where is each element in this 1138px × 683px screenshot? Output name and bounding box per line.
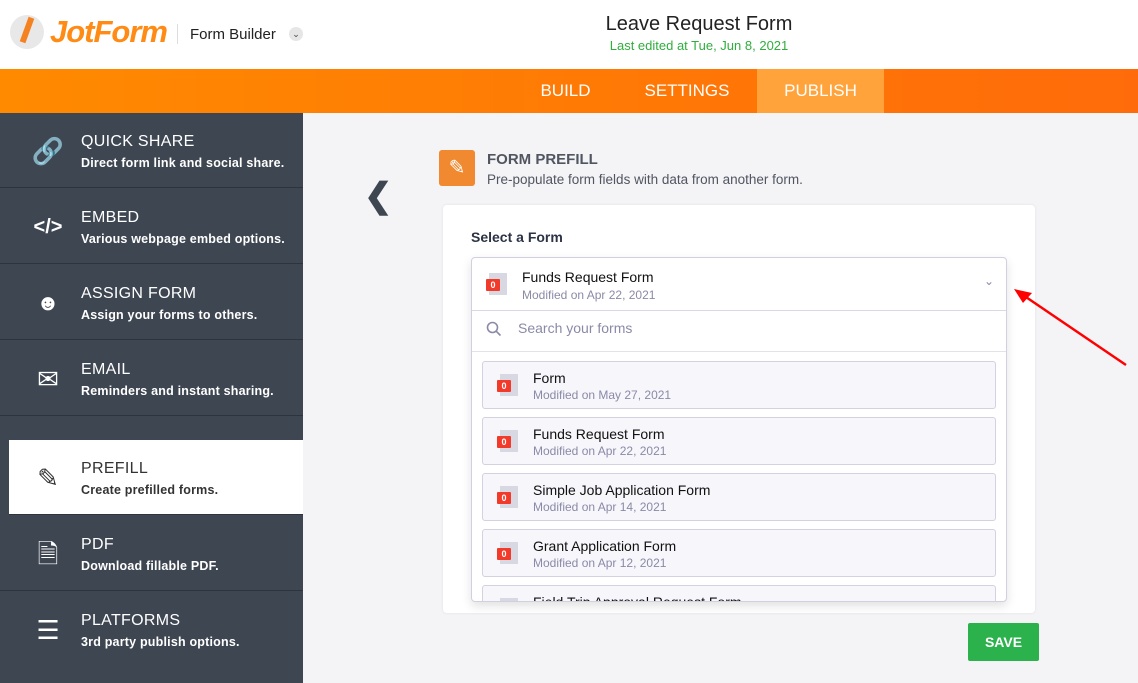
users-icon: ☻ xyxy=(36,290,60,315)
tab-build[interactable]: BUILD xyxy=(514,69,617,113)
layers-icon: ☰ xyxy=(36,615,60,645)
sidebar-item-embed[interactable]: </> EMBED Various webpage embed options. xyxy=(0,189,303,264)
badge: 0 xyxy=(497,380,511,392)
search-input[interactable] xyxy=(518,320,918,336)
selected-form[interactable]: 0 Funds Request Form Modified on Apr 22,… xyxy=(472,258,1006,311)
pdf-icon: 🗎 xyxy=(37,539,59,569)
form-icon: 0 xyxy=(497,486,518,508)
badge: 0 xyxy=(486,279,500,291)
header: JotForm Form Builder ⌄ Leave Request For… xyxy=(0,0,1138,69)
form-list-item[interactable]: 0 Simple Job Application Form Modified o… xyxy=(482,473,996,521)
badge: 0 xyxy=(497,436,511,448)
form-icon: 0 xyxy=(486,273,507,295)
code-icon: </> xyxy=(33,216,63,238)
sidebar-item-label: PREFILL xyxy=(81,460,149,477)
form-modified: Modified on May 27, 2021 xyxy=(533,388,672,402)
sidebar-item-desc: Create prefilled forms. xyxy=(81,483,219,497)
sidebar-item-assign-form[interactable]: ☻ ASSIGN FORM Assign your forms to other… xyxy=(0,265,303,340)
form-prefill-icon: ✎ xyxy=(439,150,475,186)
save-button[interactable]: SAVE xyxy=(968,623,1039,661)
sidebar-item-desc: Various webpage embed options. xyxy=(81,232,285,246)
back-chevron-icon[interactable]: ❮ xyxy=(364,176,393,216)
sidebar-item-desc: Assign your forms to others. xyxy=(81,308,258,322)
sidebar-item-label: EMBED xyxy=(81,209,140,226)
section-desc: Pre-populate form fields with data from … xyxy=(487,172,803,187)
sidebar-item-platforms[interactable]: ☰ PLATFORMS 3rd party publish options. xyxy=(0,592,303,667)
form-name: Form xyxy=(533,370,566,386)
envelope-icon: ✉ xyxy=(37,364,59,394)
annotation-arrow xyxy=(1014,289,1127,367)
form-name: Field Trip Approval Request Form xyxy=(533,594,742,602)
sidebar-item-prefill[interactable]: ✎ PREFILL Create prefilled forms. xyxy=(9,440,303,515)
search-box xyxy=(472,311,1006,352)
form-modified: Modified on Apr 14, 2021 xyxy=(533,500,667,514)
form-modified: Modified on Apr 12, 2021 xyxy=(533,556,667,570)
last-edited: Last edited at Tue, Jun 8, 2021 xyxy=(609,38,789,53)
form-icon: 0 xyxy=(497,542,518,564)
sidebar-item-desc: Reminders and instant sharing. xyxy=(81,384,274,398)
search-icon xyxy=(486,321,502,337)
selected-form-name: Funds Request Form xyxy=(522,269,654,285)
form-name: Simple Job Application Form xyxy=(533,482,711,498)
tab-settings[interactable]: SETTINGS xyxy=(627,69,747,113)
selected-form-modified: Modified on Apr 22, 2021 xyxy=(522,288,656,302)
form-select-dropdown[interactable]: 0 Funds Request Form Modified on Apr 22,… xyxy=(471,257,1007,602)
form-name: Grant Application Form xyxy=(533,538,677,554)
sidebar-item-desc: Direct form link and social share. xyxy=(81,156,285,170)
form-title: Leave Request Form xyxy=(605,13,793,35)
chevron-down-icon[interactable]: ⌄ xyxy=(984,274,994,288)
form-list-item[interactable]: 0 Funds Request Form Modified on Apr 22,… xyxy=(482,417,996,465)
sidebar-item-label: EMAIL xyxy=(81,361,131,378)
form-list-item[interactable]: Field Trip Approval Request Form xyxy=(482,585,996,602)
form-list-item[interactable]: 0 Form Modified on May 27, 2021 xyxy=(482,361,996,409)
form-list-item[interactable]: 0 Grant Application Form Modified on Apr… xyxy=(482,529,996,577)
sidebar-item-label: PLATFORMS xyxy=(81,612,181,629)
sidebar-item-email[interactable]: ✉ EMAIL Reminders and instant sharing. xyxy=(0,341,303,416)
sidebar: 🔗 QUICK SHARE Direct form link and socia… xyxy=(0,113,303,683)
main-nav: BUILD SETTINGS PUBLISH xyxy=(0,69,1138,113)
badge: 0 xyxy=(497,548,511,560)
pencil-icon: ✎ xyxy=(37,463,59,493)
sidebar-item-desc: Download fillable PDF. xyxy=(81,559,219,573)
form-modified: Modified on Apr 22, 2021 xyxy=(533,444,667,458)
sidebar-item-quick-share[interactable]: 🔗 QUICK SHARE Direct form link and socia… xyxy=(0,113,303,188)
link-icon: 🔗 xyxy=(31,136,65,166)
select-form-label: Select a Form xyxy=(471,229,563,245)
section-title: FORM PREFILL xyxy=(487,151,598,168)
badge: 0 xyxy=(497,492,511,504)
form-icon: 0 xyxy=(497,430,518,452)
sidebar-item-label: ASSIGN FORM xyxy=(81,285,197,302)
sidebar-item-pdf[interactable]: 🗎 PDF Download fillable PDF. xyxy=(0,516,303,591)
sidebar-item-desc: 3rd party publish options. xyxy=(81,635,240,649)
form-name: Funds Request Form xyxy=(533,426,665,442)
form-icon xyxy=(500,598,518,601)
sidebar-item-label: PDF xyxy=(81,536,114,553)
sidebar-item-label: QUICK SHARE xyxy=(81,133,195,150)
form-icon: 0 xyxy=(497,374,518,396)
tab-publish[interactable]: PUBLISH xyxy=(757,69,884,113)
